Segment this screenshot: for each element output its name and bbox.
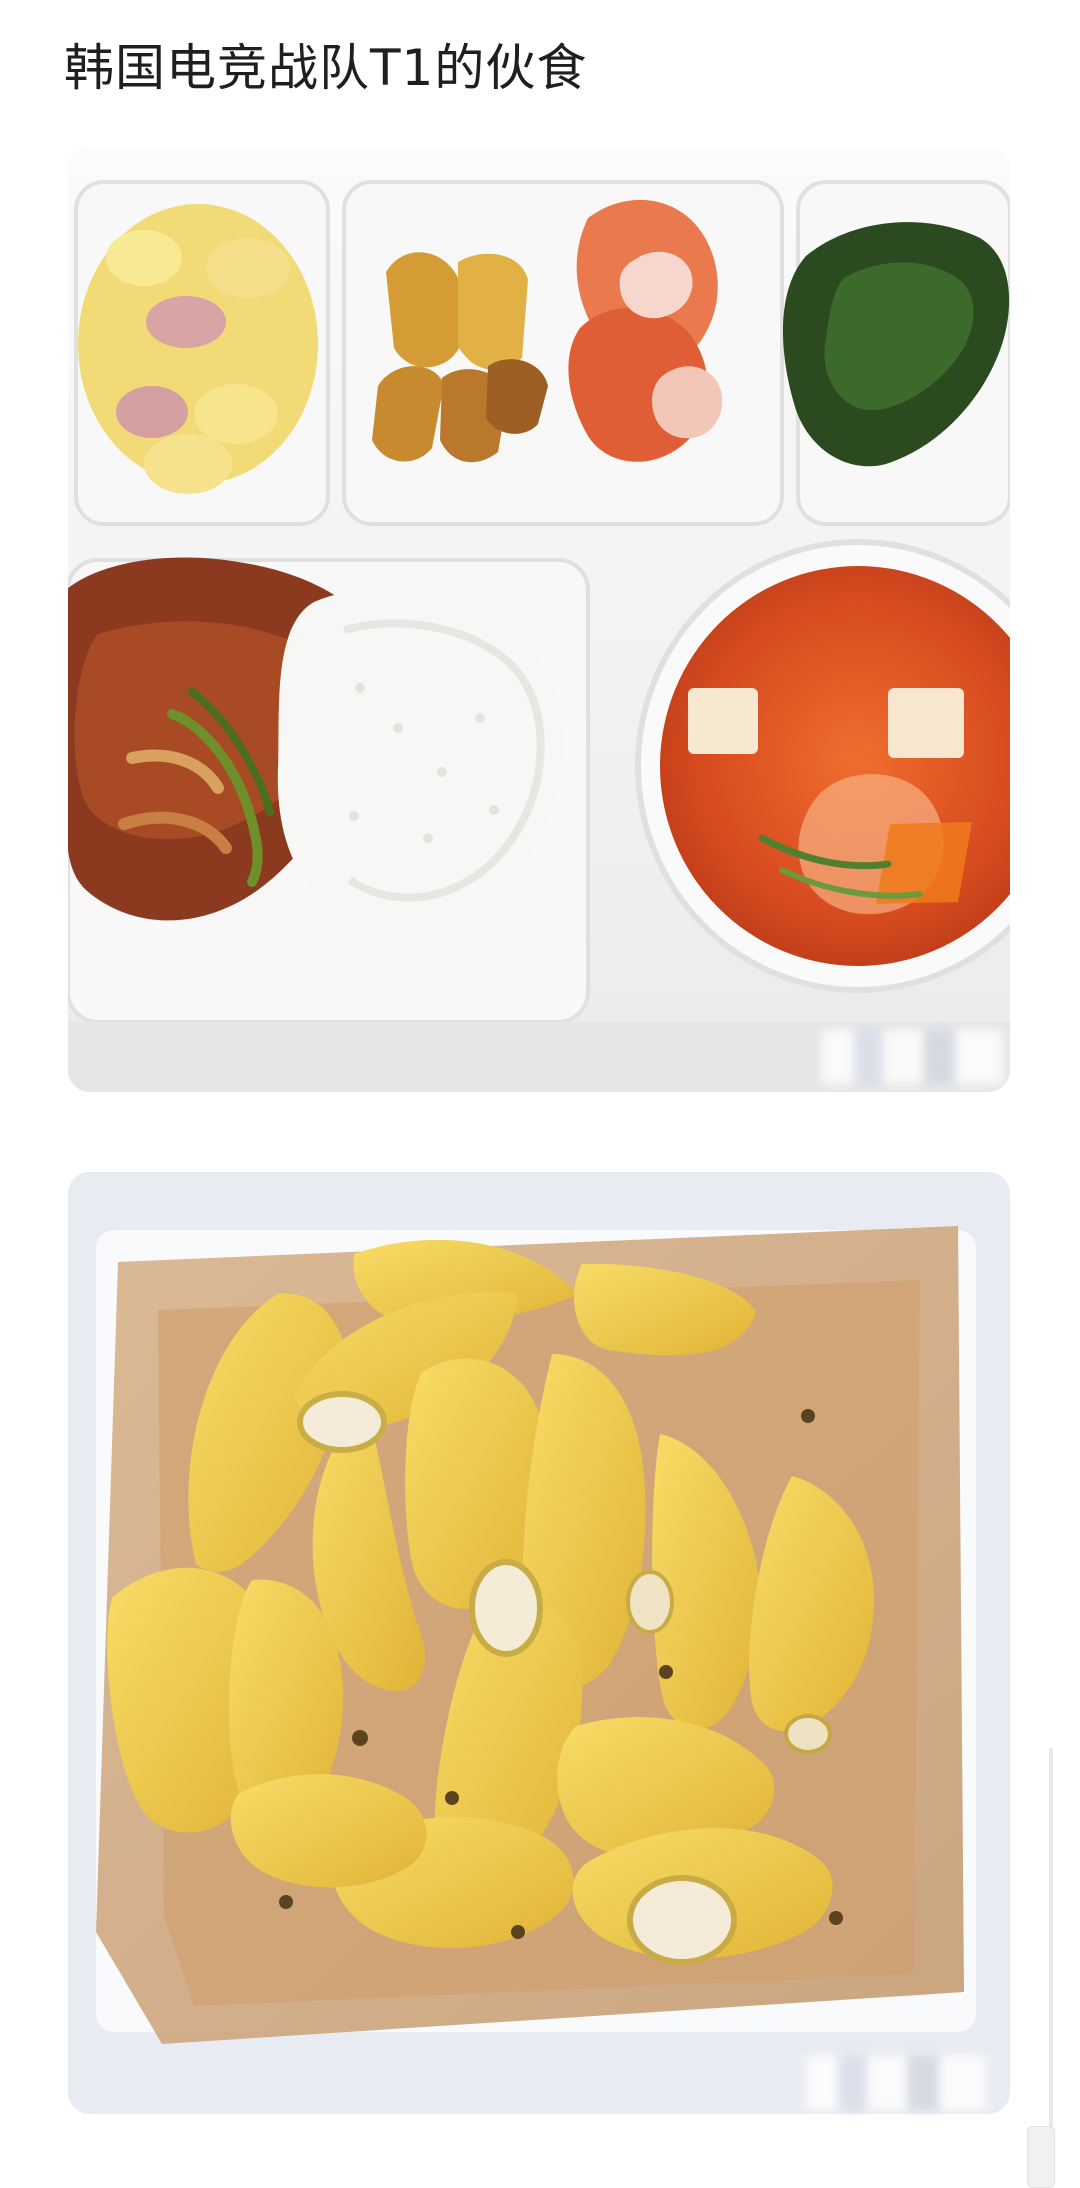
scrollbar-track xyxy=(1049,1748,1053,2178)
bananas-illustration xyxy=(68,1172,1010,2114)
tofu-piece xyxy=(688,688,758,754)
scroll-handle[interactable] xyxy=(1027,2126,1055,2188)
meal-tray-photo[interactable] xyxy=(68,148,1010,1092)
braised-potatoes xyxy=(386,252,460,368)
blurred-watermark xyxy=(822,1030,1002,1084)
blurred-watermark xyxy=(806,2056,986,2110)
meal-tray-illustration xyxy=(68,148,1010,1092)
post-title: 韩国电竞战队T1的伙食 xyxy=(64,39,588,97)
banana-cut-end xyxy=(297,1391,387,1453)
bananas-photo[interactable] xyxy=(68,1172,1010,2114)
